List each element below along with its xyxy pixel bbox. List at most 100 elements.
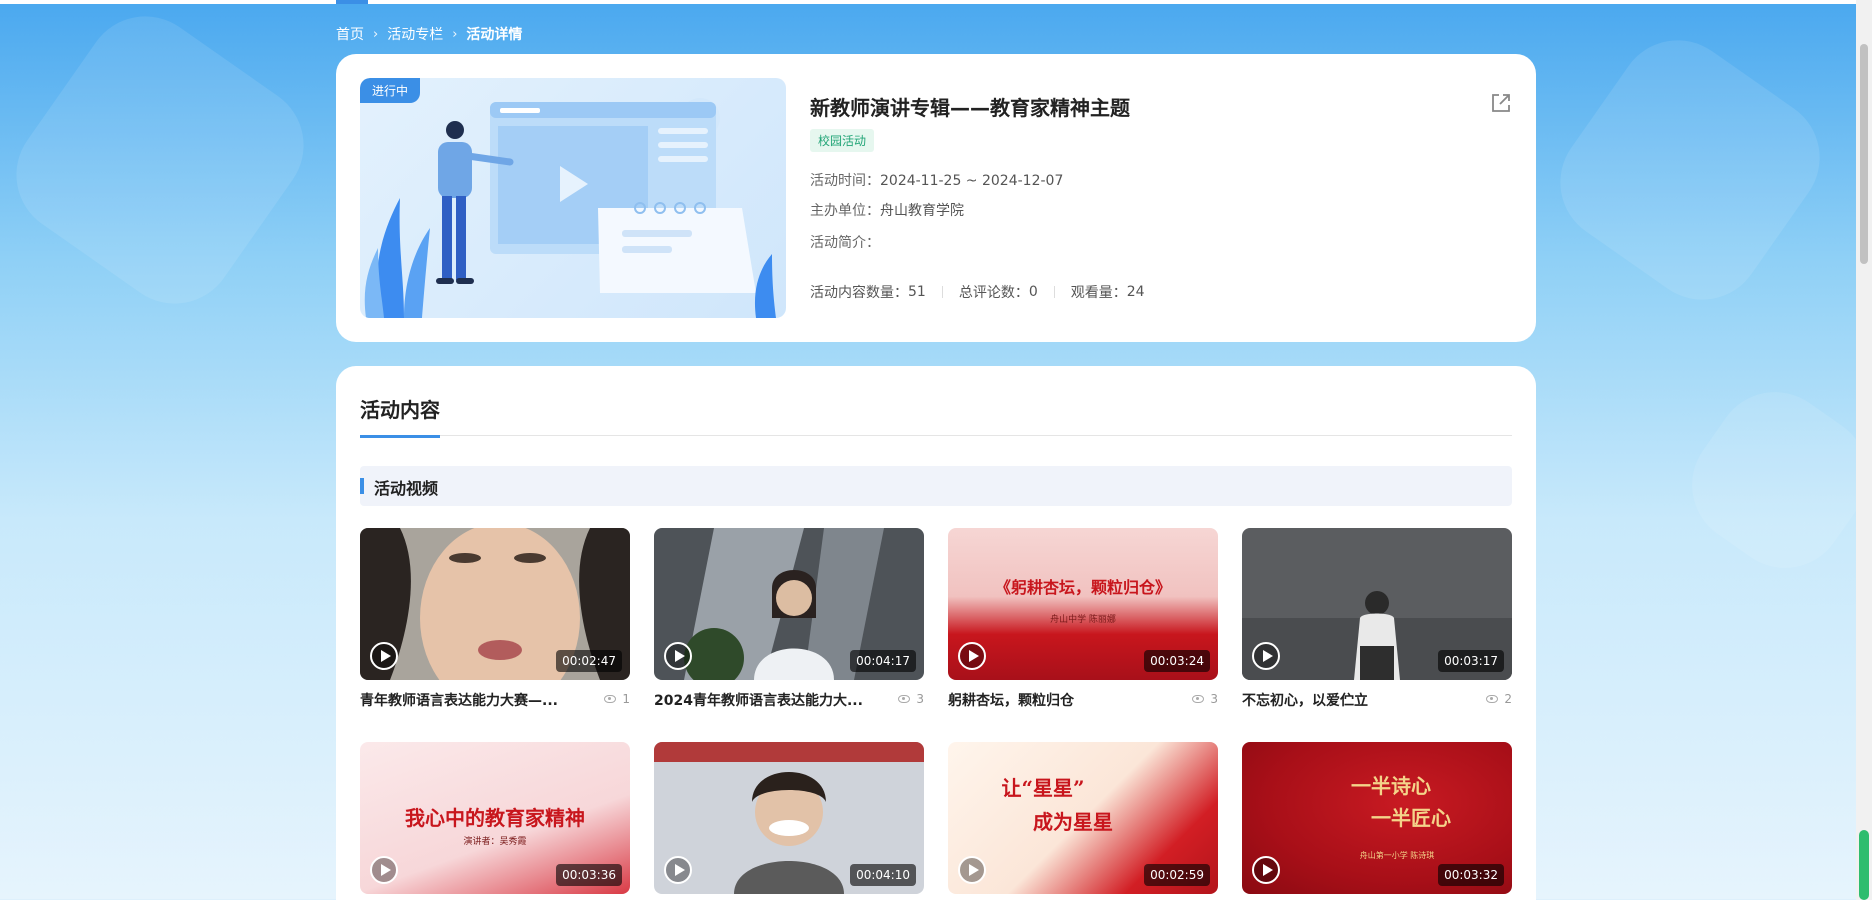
video-thumbnail[interactable]: 00:03:17 — [1242, 528, 1512, 680]
top-bar-indicator — [336, 0, 368, 4]
content-tabs: 活动内容 — [360, 394, 1512, 438]
video-views: 3 — [898, 692, 924, 706]
video-thumbnail[interactable]: 00:02:47 — [360, 528, 630, 680]
activity-org-label: 主办单位： — [810, 203, 880, 219]
video-title[interactable]: 不忘初心，以爱伫立 — [1242, 690, 1452, 710]
breadcrumb-column[interactable]: 活动专栏 — [387, 24, 443, 44]
breadcrumb-current: 活动详情 — [466, 27, 523, 43]
video-title[interactable]: 躬耕杏坛，颗粒归仓 — [948, 690, 1158, 710]
video-duration: 00:02:47 — [556, 650, 622, 672]
eye-icon — [1192, 695, 1205, 703]
video-view-count: 3 — [916, 692, 924, 706]
thumbnail-caption-line2: 一半匠心 — [1371, 806, 1451, 830]
thumbnail-caption: 让“星星” — [1001, 776, 1085, 800]
video-duration: 00:03:24 — [1144, 650, 1210, 672]
activity-intro-row: 活动简介： — [810, 232, 880, 252]
activity-time-label: 活动时间： — [810, 173, 880, 189]
video-thumbnail[interactable]: 00:04:10 — [654, 742, 924, 894]
video-duration: 00:04:17 — [850, 650, 916, 672]
content-count-value: 51 — [908, 284, 926, 300]
eye-icon — [604, 695, 617, 703]
comments-count-label: 总评论数： — [958, 285, 1029, 301]
activity-banner-image: 进行中 — [360, 78, 786, 318]
comments-count-value: 0 — [1028, 284, 1038, 300]
video-duration: 00:03:36 — [556, 864, 622, 886]
tab-activity-content[interactable]: 活动内容 — [360, 394, 440, 438]
thumbnail-subcaption: 演讲者：吴秀霞 — [463, 837, 527, 847]
thumbnail-caption: 我心中的教育家精神 — [405, 806, 585, 830]
eye-icon — [898, 695, 911, 703]
play-icon[interactable] — [1252, 856, 1280, 884]
activity-content-card: 活动内容 活动视频 00:02:47 青年教师语言表达能力大赛—... 1 00… — [336, 366, 1536, 900]
video-thumbnail[interactable]: 我心中的教育家精神 演讲者：吴秀霞 00:03:36 — [360, 742, 630, 894]
status-badge: 进行中 — [360, 78, 421, 103]
video-card[interactable]: 00:02:47 青年教师语言表达能力大赛—... 1 — [360, 528, 630, 716]
play-icon[interactable] — [958, 642, 986, 670]
video-duration: 00:02:59 — [1144, 864, 1210, 886]
thumbnail-caption-line2: 成为星星 — [1033, 810, 1113, 834]
play-icon[interactable] — [1252, 642, 1280, 670]
play-icon[interactable] — [958, 856, 986, 884]
video-duration: 00:04:10 — [850, 864, 916, 886]
activity-time-row: 活动时间：2024-11-25 ~ 2024-12-07 — [810, 170, 1063, 190]
activity-time-value: 2024-11-25 ~ 2024-12-07 — [880, 173, 1064, 189]
play-icon[interactable] — [664, 642, 692, 670]
video-thumbnail[interactable]: 让“星星” 成为星星 00:02:59 — [948, 742, 1218, 894]
eye-icon — [1486, 695, 1499, 703]
activity-stats: 活动内容数量： 51 总评论数： 0 观看量： 24 — [810, 282, 1145, 302]
section-header: 活动视频 — [360, 466, 1512, 506]
bg-decoration — [1536, 16, 1844, 324]
activity-org-row: 主办单位：舟山教育学院 — [810, 200, 964, 220]
video-thumbnail[interactable]: 《躬耕杏坛，颗粒归仓》 舟山中学 陈丽娜 00:03:24 — [948, 528, 1218, 680]
breadcrumb-home[interactable]: 首页 — [336, 24, 364, 44]
page-scrollbar[interactable] — [1856, 0, 1872, 900]
external-link-icon[interactable] — [1490, 92, 1512, 114]
video-title[interactable]: 青年教师语言表达能力大赛—... — [360, 690, 570, 710]
video-card[interactable]: 一半诗心 一半匠心 舟山第一小学 陈诗琪 00:03:32 — [1242, 742, 1512, 894]
category-tag: 校园活动 — [810, 129, 875, 152]
video-card[interactable]: 我心中的教育家精神 演讲者：吴秀霞 00:03:36 — [360, 742, 630, 894]
video-card[interactable]: 《躬耕杏坛，颗粒归仓》 舟山中学 陈丽娜 00:03:24 躬耕杏坛，颗粒归仓 … — [948, 528, 1218, 716]
video-duration: 00:03:17 — [1438, 650, 1504, 672]
video-view-count: 1 — [622, 692, 630, 706]
views-count-value: 24 — [1126, 284, 1145, 300]
video-card[interactable]: 00:04:10 — [654, 742, 924, 894]
play-icon[interactable] — [370, 642, 398, 670]
thumbnail-subcaption: 舟山第一小学 陈诗琪 — [1359, 851, 1435, 860]
divider — [941, 286, 943, 298]
video-title[interactable]: 2024青年教师语言表达能力大... — [654, 690, 864, 710]
video-views: 3 — [1192, 692, 1218, 706]
top-bar — [0, 0, 1872, 4]
play-icon[interactable] — [370, 856, 398, 884]
views-count-label: 观看量： — [1070, 285, 1127, 301]
content-count-label: 活动内容数量： — [810, 285, 908, 301]
video-card[interactable]: 00:03:17 不忘初心，以爱伫立 2 — [1242, 528, 1512, 716]
video-thumbnail[interactable]: 一半诗心 一半匠心 舟山第一小学 陈诗琪 00:03:32 — [1242, 742, 1512, 894]
video-view-count: 2 — [1504, 692, 1512, 706]
section-title: 活动视频 — [374, 479, 439, 498]
breadcrumb-separator: › — [373, 26, 379, 42]
bg-decoration — [1668, 368, 1872, 592]
video-view-count: 3 — [1210, 692, 1218, 706]
scrollbar-thumb[interactable] — [1860, 44, 1868, 264]
thumbnail-subcaption: 舟山中学 陈丽娜 — [1050, 615, 1116, 625]
activity-info-card: 进行中 新教师演讲专辑——教育家精神主题 校园活动 活动时间：2024-11-2… — [336, 54, 1536, 342]
breadcrumb: 首页 › 活动专栏 › 活动详情 — [336, 24, 522, 44]
video-views: 2 — [1486, 692, 1512, 706]
activity-intro-label: 活动简介： — [810, 235, 880, 251]
video-thumbnail[interactable]: 00:04:17 — [654, 528, 924, 680]
activity-org-value: 舟山教育学院 — [880, 203, 964, 219]
thumbnail-caption: 一半诗心 — [1351, 774, 1431, 798]
video-card[interactable]: 00:04:17 2024青年教师语言表达能力大... 3 — [654, 528, 924, 716]
activity-title: 新教师演讲专辑——教育家精神主题 — [810, 96, 1130, 120]
breadcrumb-separator: › — [452, 26, 458, 42]
divider — [1053, 286, 1055, 298]
video-views: 1 — [604, 692, 630, 706]
banner-illustration — [364, 98, 776, 318]
play-icon[interactable] — [664, 856, 692, 884]
thumbnail-caption: 《躬耕杏坛，颗粒归仓》 — [994, 578, 1171, 597]
video-card[interactable]: 让“星星” 成为星星 00:02:59 — [948, 742, 1218, 894]
section-accent-bar — [360, 478, 364, 494]
bg-decoration — [0, 0, 328, 328]
floating-side-widget[interactable] — [1859, 830, 1869, 900]
